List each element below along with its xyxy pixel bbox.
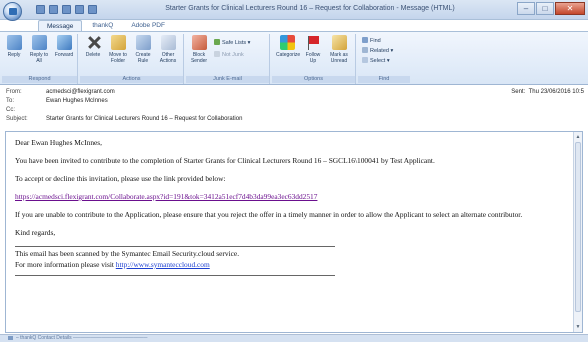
from-row: From: acmedsci@flexigrant.com xyxy=(6,89,115,95)
save-icon[interactable] xyxy=(36,5,45,14)
office-button[interactable] xyxy=(3,2,22,21)
status-text[interactable]: thankQ Contact Details xyxy=(20,335,71,341)
symantec-link[interactable]: http://www.symanteccloud.com xyxy=(116,260,210,269)
divider-bottom xyxy=(15,275,335,276)
find-button[interactable]: Find xyxy=(362,37,381,44)
safe-lists-icon xyxy=(214,39,220,45)
subject-label: Subject: xyxy=(6,116,28,122)
to-value[interactable]: Ewan Hughes McInnes xyxy=(46,98,108,104)
from-label: From: xyxy=(6,89,22,95)
cc-row: Cc: xyxy=(6,107,46,113)
invitation-paragraph: You have been invited to contribute to t… xyxy=(15,156,435,165)
other-actions-button[interactable]: Other Actions xyxy=(157,35,179,64)
scan-line-1: This email has been scanned by the Syman… xyxy=(15,249,240,258)
delete-icon xyxy=(86,35,101,50)
flag-icon xyxy=(306,35,321,50)
ribbon: Reply Reply to All Forward Respond Delet… xyxy=(0,31,588,85)
maximize-button[interactable]: □ xyxy=(536,2,554,15)
message-body: Dear Ewan Hughes McInnes, You have been … xyxy=(15,138,565,278)
close-button[interactable]: ✕ xyxy=(555,2,585,15)
reply-button[interactable]: Reply xyxy=(3,35,25,58)
message-header: From: acmedsci@flexigrant.com To: Ewan Hug… xyxy=(0,86,588,130)
reply-icon xyxy=(6,35,22,50)
divider-top xyxy=(15,246,335,247)
forward-icon xyxy=(56,35,72,50)
from-value[interactable]: acmedsci@flexigrant.com xyxy=(46,89,115,95)
closing: Kind regards, xyxy=(15,228,56,237)
follow-up-button[interactable]: Follow Up xyxy=(302,35,324,64)
group-options: Categorize Follow Up Mark as Unread Opti… xyxy=(272,34,356,84)
redo-icon[interactable] xyxy=(62,5,71,14)
subject-row: Subject: Starter Grants for Clinical Lect… xyxy=(6,116,242,122)
block-sender-button[interactable]: Block Sender xyxy=(188,35,210,64)
group-junk: Block Sender Safe Lists ▾ Not Junk Junk … xyxy=(186,34,270,84)
tab-adobe-pdf[interactable]: Adobe PDF xyxy=(123,20,173,31)
group-label-junk: Junk E-mail xyxy=(186,76,269,83)
sent-label: Sent: xyxy=(511,89,526,95)
not-junk-button[interactable]: Not Junk xyxy=(214,51,244,58)
scroll-down-icon[interactable]: ▼ xyxy=(575,323,581,331)
subject-value: Starter Grants for Clinical Lecturers Ro… xyxy=(46,116,243,122)
scroll-up-icon[interactable]: ▲ xyxy=(575,133,581,141)
categorize-button[interactable]: Categorize xyxy=(276,35,300,58)
group-label-respond: Respond xyxy=(2,76,77,83)
collaboration-link[interactable]: https://acmedsci.flexigrant.com/Collabor… xyxy=(15,192,317,201)
sent-row: Sent: Thu 23/06/2016 10:5 xyxy=(511,89,584,95)
contact-icon xyxy=(8,336,13,340)
mark-unread-icon xyxy=(331,35,347,50)
group-label-options: Options xyxy=(272,76,355,83)
mark-as-unread-button[interactable]: Mark as Unread xyxy=(328,35,350,64)
greeting: Dear Ewan Hughes McInnes, xyxy=(15,138,103,147)
group-label-actions: Actions xyxy=(80,76,183,83)
vertical-scrollbar[interactable]: ▲ ▼ xyxy=(573,132,582,332)
move-to-folder-button[interactable]: Move to Folder xyxy=(107,35,129,64)
window-title: Starter Grants for Clinical Lecturers Ro… xyxy=(165,5,455,12)
other-actions-icon xyxy=(160,35,176,50)
group-find: Find Related ▾ Select ▾ Find xyxy=(358,34,410,84)
rule-icon xyxy=(135,35,151,50)
scan-line-2: For more information please visit http:/… xyxy=(15,260,210,269)
cc-label: Cc: xyxy=(6,107,15,113)
reply-all-button[interactable]: Reply to All xyxy=(28,35,50,64)
group-respond: Reply Reply to All Forward Respond xyxy=(2,34,78,84)
tab-thankq[interactable]: thankQ xyxy=(84,20,121,31)
status-bar: – thankQ Contact Details ───────────────… xyxy=(0,334,588,342)
scroll-thumb[interactable] xyxy=(575,142,581,312)
categorize-icon xyxy=(279,35,295,50)
to-label: To: xyxy=(6,98,15,104)
previous-item-icon[interactable] xyxy=(75,5,84,14)
sent-value: Thu 23/06/2016 10:5 xyxy=(528,89,584,95)
select-icon xyxy=(362,57,368,63)
safe-lists-button[interactable]: Safe Lists ▾ xyxy=(214,39,250,46)
next-item-icon[interactable] xyxy=(88,5,97,14)
block-sender-icon xyxy=(191,35,207,50)
message-body-frame[interactable]: Dear Ewan Hughes McInnes, You have been … xyxy=(5,131,583,333)
undo-icon[interactable] xyxy=(49,5,58,14)
related-icon xyxy=(362,47,368,53)
reject-paragraph: If you are unable to contribute to the A… xyxy=(15,210,523,219)
binoculars-icon xyxy=(362,37,368,43)
minimize-button[interactable]: – xyxy=(517,2,535,15)
group-actions: Delete Move to Folder Create Rule Other … xyxy=(80,34,184,84)
title-bar: Starter Grants for Clinical Lecturers Ro… xyxy=(0,0,588,21)
related-button[interactable]: Related ▾ xyxy=(362,47,393,54)
window-controls: – □ ✕ xyxy=(517,2,585,15)
create-rule-button[interactable]: Create Rule xyxy=(132,35,154,64)
not-junk-icon xyxy=(214,51,220,57)
instruction-paragraph: To accept or decline this invitation, pl… xyxy=(15,174,226,183)
to-row: To: Ewan Hughes McInnes xyxy=(6,98,108,104)
group-label-find: Find xyxy=(358,76,410,83)
folder-icon xyxy=(110,35,126,50)
reply-all-icon xyxy=(31,35,47,50)
delete-button[interactable]: Delete xyxy=(82,35,104,58)
forward-button[interactable]: Forward xyxy=(53,35,75,58)
select-button[interactable]: Select ▾ xyxy=(362,57,390,64)
quick-access-toolbar xyxy=(36,5,97,14)
tab-message[interactable]: Message xyxy=(38,20,83,31)
